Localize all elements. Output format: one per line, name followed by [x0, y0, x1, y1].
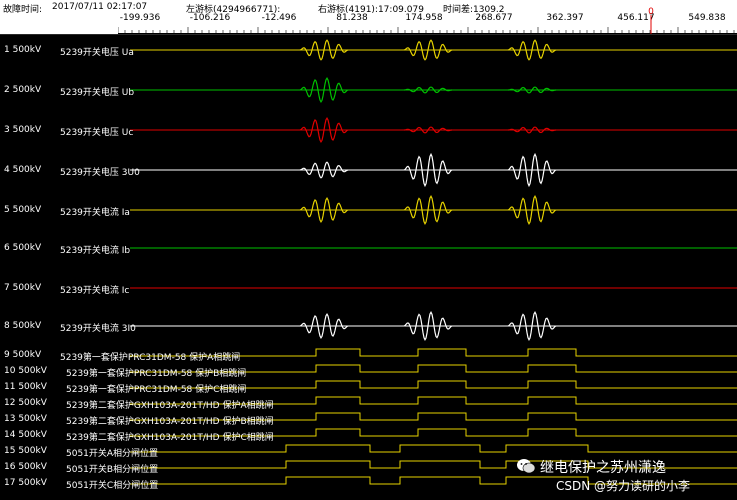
time-tick-label: -199.936 — [119, 13, 161, 23]
channel-index: 12 500kV — [4, 398, 47, 408]
watermark-title: 继电保护之苏州潇逸 — [540, 460, 666, 476]
channel-index: 16 500kV — [4, 462, 47, 472]
channel-index: 2 500kV — [4, 85, 42, 95]
channel-index: 3 500kV — [4, 125, 42, 135]
channel-index: 17 500kV — [4, 478, 47, 488]
channel-index: 4 500kV — [4, 165, 42, 175]
time-tick-label: 268.677 — [475, 13, 513, 23]
channel-index: 5 500kV — [4, 205, 42, 215]
digital-trace — [130, 444, 737, 453]
channel-index: 13 500kV — [4, 414, 47, 424]
channel-index: 14 500kV — [4, 430, 47, 440]
cursor-info-bar: 故障时间: 2017/07/11 02:17:07 左游标(4294966771… — [0, 0, 737, 35]
channel-name: 5239开关电压 Uc — [60, 128, 134, 138]
channel-index: 7 500kV — [4, 283, 42, 293]
channel-index: 1 500kV — [4, 45, 42, 55]
fault-time-value: 2017/07/11 02:17:07 — [52, 2, 148, 12]
channel-name: 5239第二套保护GXH103A-201T/HD 保护B相跳闸 — [66, 417, 274, 427]
time-tick-label: 549.838 — [688, 13, 726, 23]
time-tick-label: 174.958 — [405, 13, 443, 23]
channel-index: 15 500kV — [4, 446, 47, 456]
waveform-panel[interactable]: 1 500kV 5239开关电压 Ua 2 500kV 5239开关电压 Ub 3 50… — [0, 34, 737, 500]
channel-name: 5239第二套保护GXH103A-201T/HD 保护C相跳闸 — [66, 433, 274, 443]
time-tick-label: 362.397 — [546, 13, 584, 23]
watermark-credit: CSDN @努力读研的小李 — [556, 479, 691, 493]
time-tick-label: 81.238 — [336, 13, 368, 23]
channel-name: 5239第一套保护PRC31DM-58 保护A相跳闸 — [60, 353, 241, 363]
fault-time-label: 故障时间: — [3, 5, 43, 15]
channel-index: 11 500kV — [4, 382, 47, 392]
channel-index: 9 500kV — [4, 350, 42, 360]
time-tick-label: -12.496 — [261, 13, 297, 23]
channel-name: 5239开关电压 3U0 — [60, 168, 140, 178]
channel-name: 5239第一套保护PRC31DM-58 保护C相跳闸 — [66, 385, 247, 395]
time-cursor-handle[interactable]: 0 — [645, 5, 657, 35]
channel-index: 10 500kV — [4, 366, 47, 376]
channel-name: 5239开关电流 Ic — [60, 286, 130, 296]
channel-name: 5239开关电压 Ua — [60, 48, 134, 58]
channel-name: 5051开关A相分闸位置 — [66, 449, 159, 459]
channel-name: 5051开关B相分闸位置 — [66, 465, 159, 475]
channel-name: 5239开关电流 Ib — [60, 246, 131, 256]
channel-name: 5239开关电流 3I0 — [60, 324, 136, 334]
channel-index: 8 500kV — [4, 321, 42, 331]
wechat-icon — [517, 459, 536, 474]
channel-name: 5239第一套保护PRC31DM-58 保护B相跳闸 — [66, 369, 247, 379]
channel-index: 6 500kV — [4, 243, 42, 253]
time-tick-label: -106.216 — [189, 13, 231, 23]
channel-name: 5051开关C相分闸位置 — [66, 481, 159, 491]
channel-name: 5239开关电流 Ia — [60, 208, 130, 218]
channel-name: 5239第二套保护GXH103A-201T/HD 保护A相跳闸 — [66, 401, 274, 411]
channel-name: 5239开关电压 Ub — [60, 88, 135, 98]
